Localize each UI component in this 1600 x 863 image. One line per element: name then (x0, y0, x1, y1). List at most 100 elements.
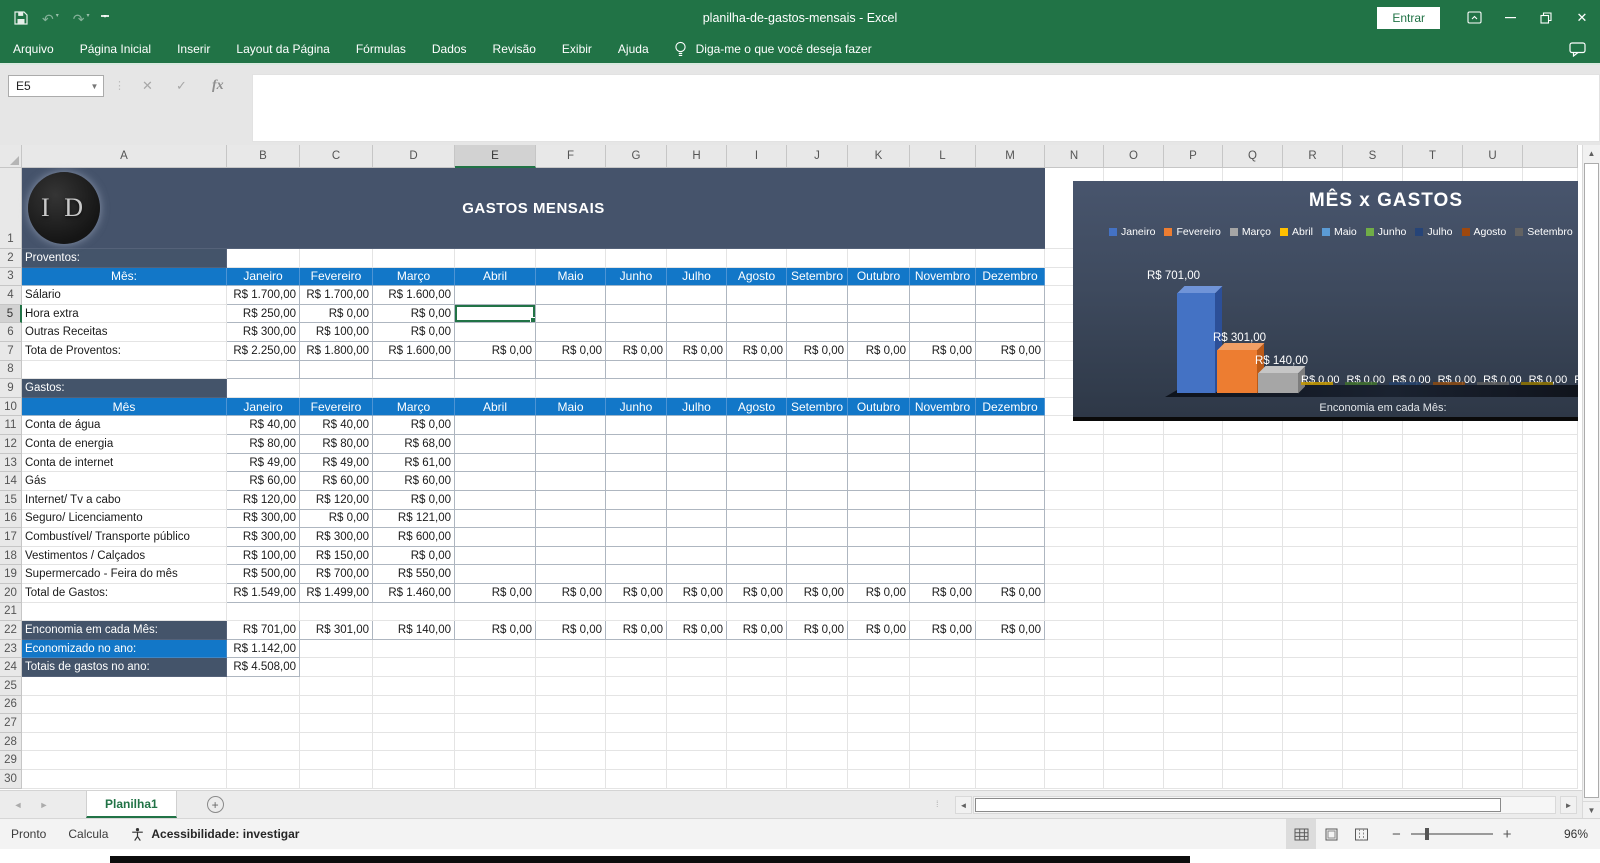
cell-V29[interactable] (1523, 751, 1578, 770)
cell-F18[interactable] (536, 547, 606, 566)
cell-D25[interactable] (373, 677, 455, 696)
cell-Q12[interactable] (1223, 435, 1283, 454)
cell-V21[interactable] (1523, 603, 1578, 622)
row-header-5[interactable]: 5 (0, 305, 22, 324)
cell-U13[interactable] (1463, 454, 1523, 473)
col-header-T[interactable]: T (1403, 145, 1463, 168)
cell-J11[interactable] (787, 416, 848, 435)
cell-I27[interactable] (727, 714, 787, 733)
tab-página-inicial[interactable]: Página Inicial (67, 35, 164, 63)
cell-U21[interactable] (1463, 603, 1523, 622)
row-header-25[interactable]: 25 (0, 677, 22, 696)
col-header-Q[interactable]: Q (1223, 145, 1283, 168)
cell-S23[interactable] (1343, 640, 1403, 659)
cell-I17[interactable] (727, 528, 787, 547)
zoom-out-icon[interactable]: − (1392, 826, 1401, 843)
cell-K27[interactable] (848, 714, 910, 733)
cell-D29[interactable] (373, 751, 455, 770)
cell-C28[interactable] (300, 733, 373, 752)
cell-H24[interactable] (667, 658, 727, 677)
cell-G10[interactable]: Junho (606, 398, 667, 417)
cell-E8[interactable] (455, 361, 536, 380)
cell-K7[interactable]: R$ 0,00 (848, 342, 910, 361)
cell-G19[interactable] (606, 565, 667, 584)
cell-J3[interactable]: Setembro (787, 268, 848, 287)
cell-N24[interactable] (1045, 658, 1104, 677)
cell-S27[interactable] (1343, 714, 1403, 733)
cell-U25[interactable] (1463, 677, 1523, 696)
cell-A28[interactable] (22, 733, 227, 752)
cell-C14[interactable]: R$ 60,00 (300, 472, 373, 491)
cell-A30[interactable] (22, 770, 227, 789)
cell-B30[interactable] (227, 770, 300, 789)
cell-K2[interactable] (848, 249, 910, 268)
cell-M18[interactable] (976, 547, 1045, 566)
cell-R28[interactable] (1283, 733, 1343, 752)
cell-A4[interactable]: Sálario (22, 286, 227, 305)
cell-F30[interactable] (536, 770, 606, 789)
cell-E4[interactable] (455, 286, 536, 305)
cell-D15[interactable]: R$ 0,00 (373, 491, 455, 510)
cell-Q24[interactable] (1223, 658, 1283, 677)
cell-H2[interactable] (667, 249, 727, 268)
cell-C23[interactable] (300, 640, 373, 659)
cell-B9[interactable] (227, 379, 300, 398)
cell-R27[interactable] (1283, 714, 1343, 733)
cell-C26[interactable] (300, 696, 373, 715)
row-header-26[interactable]: 26 (0, 696, 22, 715)
cell-R17[interactable] (1283, 528, 1343, 547)
cell-C10[interactable]: Fevereiro (300, 398, 373, 417)
row-header-7[interactable]: 7 (0, 342, 22, 361)
cell-J4[interactable] (787, 286, 848, 305)
col-header-C[interactable]: C (300, 145, 373, 168)
cell-K10[interactable]: Outubro (848, 398, 910, 417)
cell-F28[interactable] (536, 733, 606, 752)
col-header-N[interactable]: N (1045, 145, 1104, 168)
zoom-slider-thumb[interactable] (1425, 828, 1429, 840)
cell-A23[interactable]: Economizado no ano: (22, 640, 227, 659)
cell-G30[interactable] (606, 770, 667, 789)
cell-O18[interactable] (1104, 547, 1164, 566)
cell-F6[interactable] (536, 323, 606, 342)
cell-S29[interactable] (1343, 751, 1403, 770)
cell-D16[interactable]: R$ 121,00 (373, 510, 455, 529)
row-header-28[interactable]: 28 (0, 733, 22, 752)
row-header-19[interactable]: 19 (0, 565, 22, 584)
tab-split-handle[interactable]: ⁞ (936, 799, 940, 809)
cell-I16[interactable] (727, 510, 787, 529)
cell-S18[interactable] (1343, 547, 1403, 566)
tab-inserir[interactable]: Inserir (164, 35, 223, 63)
cell-E5[interactable] (455, 305, 536, 324)
cell-T17[interactable] (1403, 528, 1463, 547)
scroll-right-icon[interactable]: ► (1560, 796, 1577, 814)
cell-O22[interactable] (1104, 621, 1164, 640)
cell-B25[interactable] (227, 677, 300, 696)
cell-H7[interactable]: R$ 0,00 (667, 342, 727, 361)
cell-B6[interactable]: R$ 300,00 (227, 323, 300, 342)
cell-R19[interactable] (1283, 565, 1343, 584)
cell-J9[interactable] (787, 379, 848, 398)
save-icon[interactable] (14, 11, 28, 25)
cell-D7[interactable]: R$ 1.600,00 (373, 342, 455, 361)
cell-A9[interactable]: Gastos: (22, 379, 227, 398)
customize-quick-access-icon[interactable]: ▾ (104, 15, 107, 20)
cell-D13[interactable]: R$ 61,00 (373, 454, 455, 473)
horizontal-scrollbar-thumb[interactable] (975, 798, 1501, 812)
cell-F5[interactable] (536, 305, 606, 324)
cell-F14[interactable] (536, 472, 606, 491)
cell-F19[interactable] (536, 565, 606, 584)
cell-P17[interactable] (1164, 528, 1223, 547)
cell-H30[interactable] (667, 770, 727, 789)
cell-D30[interactable] (373, 770, 455, 789)
cell-M29[interactable] (976, 751, 1045, 770)
cell-J27[interactable] (787, 714, 848, 733)
cell-A24[interactable]: Totais de gastos no ano: (22, 658, 227, 677)
cell-J24[interactable] (787, 658, 848, 677)
cell-Q17[interactable] (1223, 528, 1283, 547)
cell-C25[interactable] (300, 677, 373, 696)
cell-E23[interactable] (455, 640, 536, 659)
cell-Q23[interactable] (1223, 640, 1283, 659)
cell-O17[interactable] (1104, 528, 1164, 547)
cell-A11[interactable]: Conta de água (22, 416, 227, 435)
cell-I25[interactable] (727, 677, 787, 696)
